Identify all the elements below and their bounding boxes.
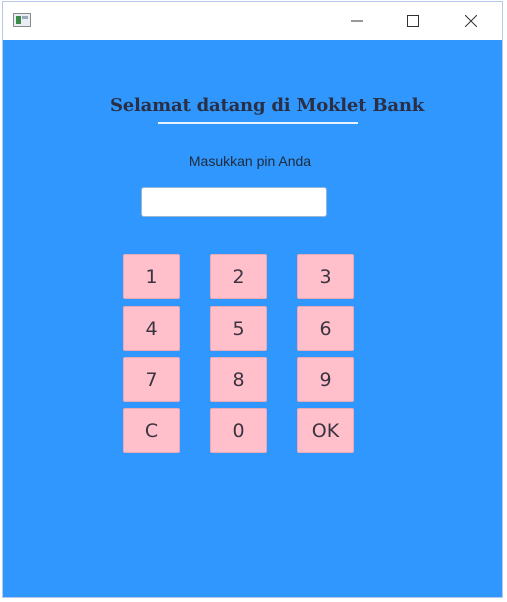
- app-icon: [13, 13, 31, 27]
- key-7-button[interactable]: 7: [123, 357, 180, 402]
- client-area: Selamat datang di Moklet Bank Masukkan p…: [3, 40, 502, 597]
- title-bar[interactable]: [3, 2, 502, 40]
- key-8-button[interactable]: 8: [210, 357, 267, 402]
- key-6-button[interactable]: 6: [297, 306, 354, 351]
- pin-prompt-label: Masukkan pin Anda: [188, 153, 312, 169]
- close-button[interactable]: [448, 2, 494, 40]
- minimize-button[interactable]: [334, 2, 380, 40]
- key-1-button[interactable]: 1: [123, 254, 180, 299]
- pin-input[interactable]: [141, 187, 327, 217]
- maximize-icon: [407, 15, 419, 27]
- key-9-button[interactable]: 9: [297, 357, 354, 402]
- minimize-icon: [351, 20, 363, 22]
- ok-button[interactable]: OK: [297, 408, 354, 453]
- key-2-button[interactable]: 2: [210, 254, 267, 299]
- key-3-button[interactable]: 3: [297, 254, 354, 299]
- page-title: Selamat datang di Moklet Bank: [109, 95, 424, 116]
- app-window: Selamat datang di Moklet Bank Masukkan p…: [2, 1, 503, 598]
- clear-button[interactable]: C: [123, 408, 180, 453]
- key-0-button[interactable]: 0: [210, 408, 267, 453]
- close-icon: [465, 15, 477, 27]
- key-4-button[interactable]: 4: [123, 306, 180, 351]
- key-5-button[interactable]: 5: [210, 306, 267, 351]
- title-underline: [158, 122, 358, 124]
- maximize-button[interactable]: [390, 2, 436, 40]
